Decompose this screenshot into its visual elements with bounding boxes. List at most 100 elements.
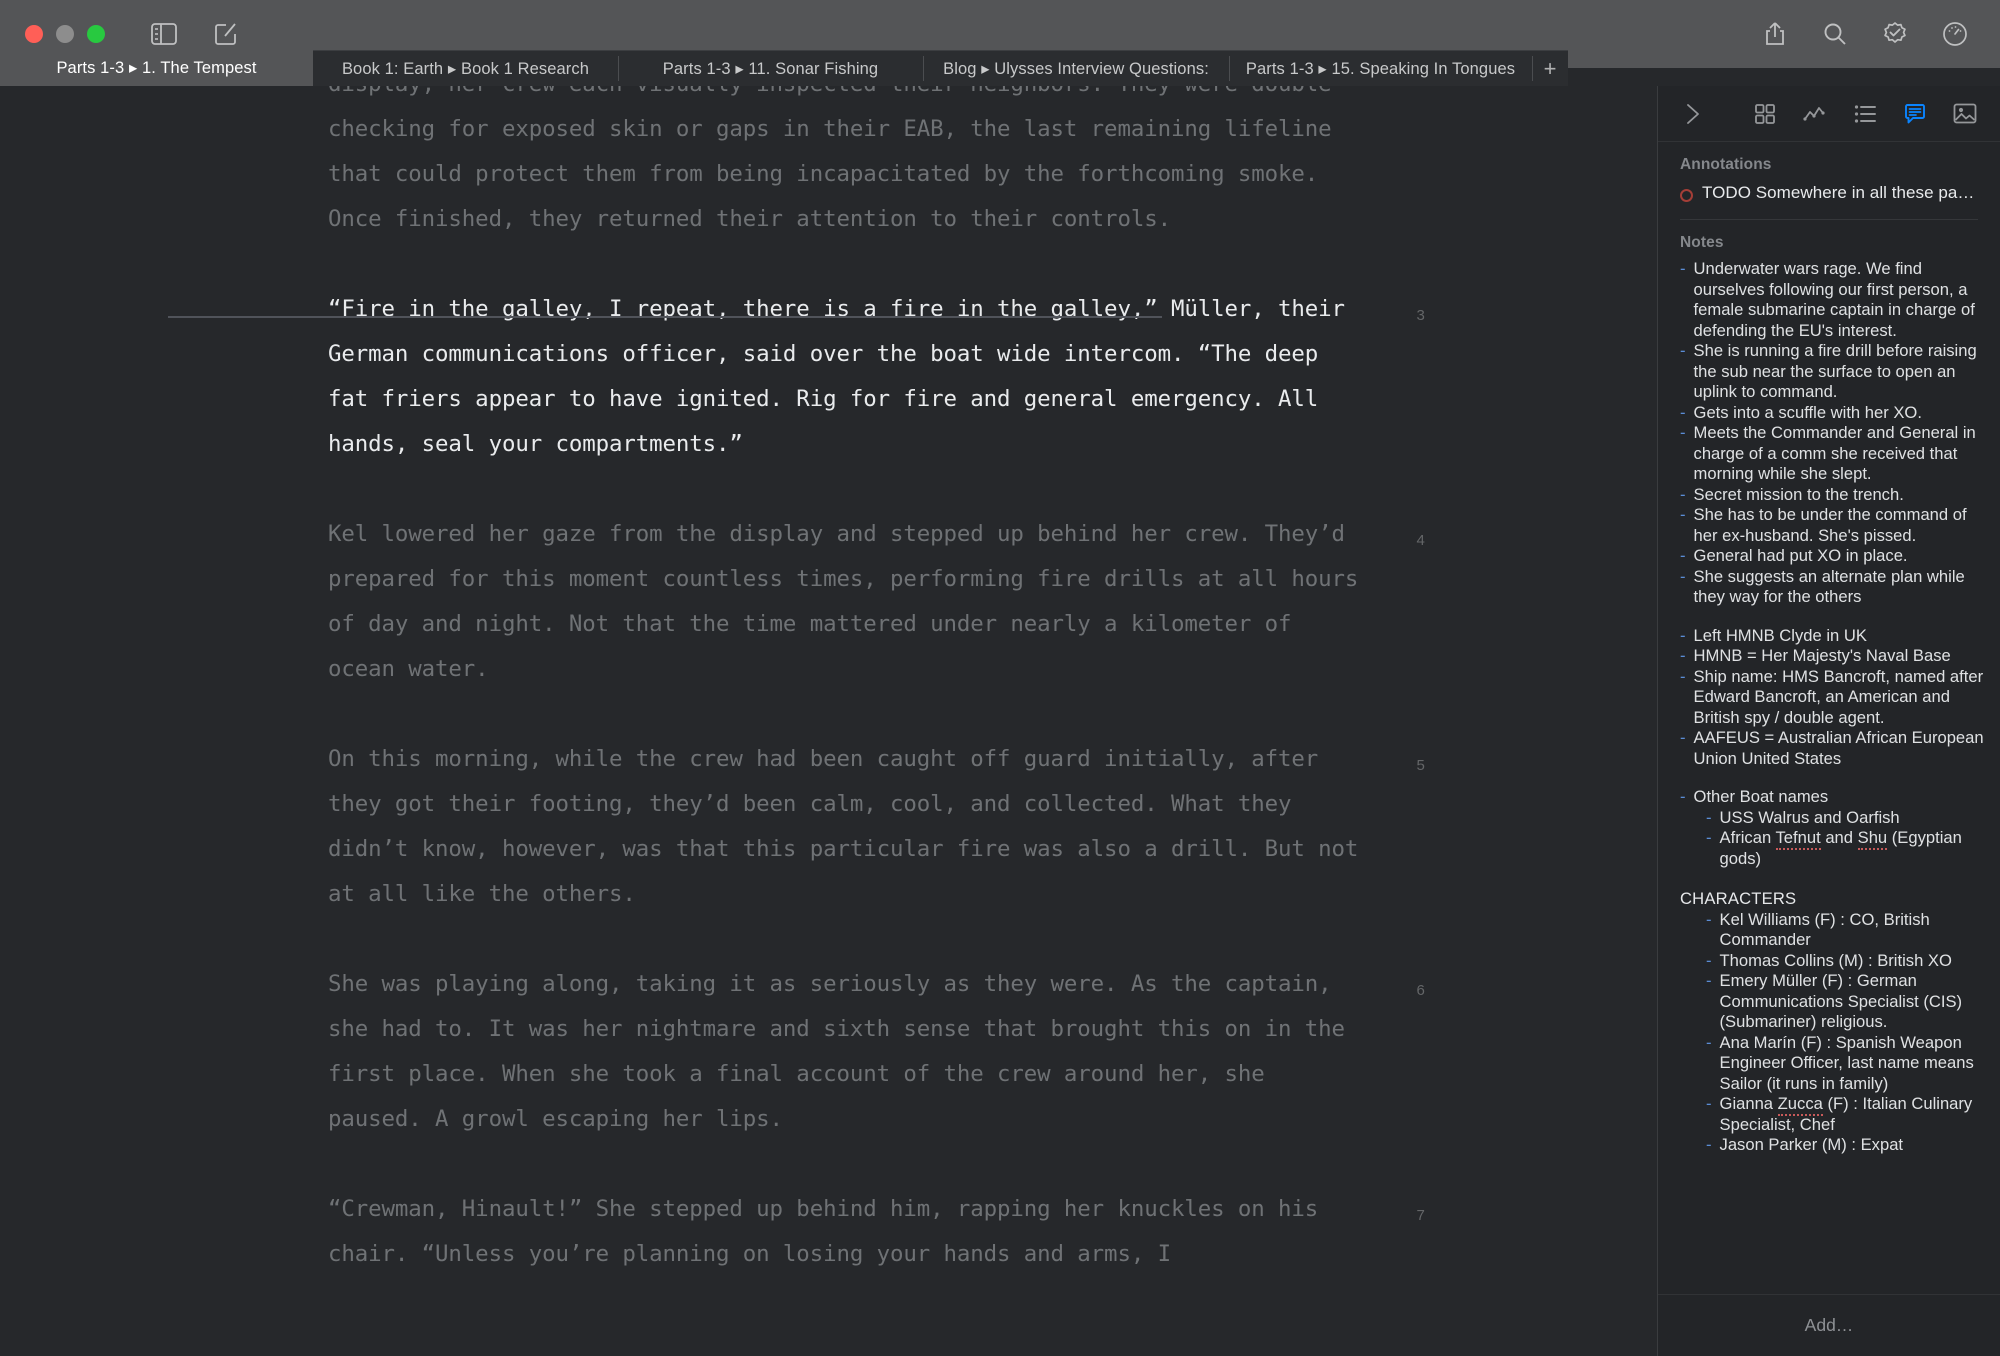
paragraph[interactable]: “Fire in the galley, I repeat, there is … [0,287,1657,467]
note-line[interactable]: - Ship name: HMS Bancroft, named after Ed… [1680,667,1986,729]
note-text: Other Boat names [1693,787,1829,806]
document-body[interactable]: display, her crew each visually inspecte… [0,86,1657,1322]
note-line[interactable]: - Emery Müller (F) : German Communication… [1680,971,1986,1033]
paragraph[interactable]: “Crewman, Hinault!” She stepped up behin… [0,1187,1657,1277]
note-line[interactable]: - Secret mission to the trench. [1680,485,1986,506]
notes-comment-icon[interactable] [1898,97,1932,131]
note-text: General had put XO in place. [1693,546,1908,565]
note-group-spacer [1680,869,1986,887]
note-text: She has to be under the command of her e… [1693,505,1967,545]
note-text: Gianna Zucca (F) : Italian Culinary Spec… [1719,1094,1973,1134]
dashboard-icon[interactable] [1938,17,1972,51]
editor-pane[interactable]: display, her crew each visually inspecte… [0,86,1657,1356]
paragraph-text: Kel lowered her gaze from the display an… [328,521,1372,682]
goal-chart-icon[interactable] [1798,97,1832,131]
note-group: - Underwater wars rage. We find ourselves… [1680,259,1986,608]
annotation-item[interactable]: TODO Somewhere in all these pa… [1658,181,2000,203]
bullet-dash-icon: - [1706,971,1712,990]
tab-0[interactable]: Parts 1-3 ▸ 1. The Tempest [0,50,313,86]
note-line[interactable]: - Jason Parker (M) : Expat [1680,1135,1986,1156]
proofread-icon[interactable] [1878,17,1912,51]
note-line[interactable]: - Gets into a scuffle with her XO. [1680,403,1986,424]
bullet-dash-icon: - [1706,1094,1712,1113]
bullet-dash-icon: - [1706,909,1712,929]
bullet-dash-icon: - [1680,728,1686,747]
sidebar-toggle-icon[interactable] [147,17,181,51]
notes-list[interactable]: - Underwater wars rage. We find ourselves… [1658,259,2000,1156]
bullet-dash-icon: - [1680,402,1686,422]
bullet-dash-icon: - [1680,666,1686,686]
paragraph-number: 5 [1416,757,1425,774]
note-group: - Other Boat names - USS Walrus and Oarfish… [1680,787,1986,869]
note-line[interactable]: - AAFEUS = Australian African European Un… [1680,728,1986,769]
note-text: Secret mission to the trench. [1693,484,1904,504]
image-icon[interactable] [1948,97,1982,131]
bullet-dash-icon: - [1706,807,1712,827]
paragraph-number: 6 [1416,982,1425,999]
note-line[interactable]: - Gianna Zucca (F) : Italian Culinary Spe… [1680,1094,1986,1135]
paragraph[interactable]: Kel lowered her gaze from the display an… [0,512,1657,692]
bullet-dash-icon: - [1706,1032,1712,1052]
misspelled-word: Zucca [1777,1094,1823,1116]
note-line[interactable]: - She has to be under the command of her … [1680,505,1986,546]
note-line[interactable]: - Kel Williams (F) : CO, British Commande… [1680,910,1986,951]
misspelled-word: Shu [1857,828,1888,850]
paragraph-text: display, her crew each visually inspecte… [328,86,1345,232]
tab-2[interactable]: Parts 1-3 ▸ 11. Sonar Fishing [618,50,923,86]
note-line[interactable]: - HMNB = Her Majesty's Naval Base [1680,646,1986,667]
note-line[interactable]: - USS Walrus and Oarfish [1680,808,1986,829]
note-text: Meets the Commander and General in charg… [1693,423,1976,483]
paragraph[interactable]: She was playing along, taking it as seri… [0,962,1657,1142]
note-text: Kel Williams (F) : CO, British Commander [1719,909,1930,950]
note-line[interactable]: - She is running a fire drill before rais… [1680,341,1986,403]
search-icon[interactable] [1818,17,1852,51]
zoom-window-button[interactable] [87,25,105,43]
bullet-dash-icon: - [1680,423,1686,442]
note-text: AAFEUS = Australian African European Uni… [1693,728,1984,768]
tab-3[interactable]: Blog ▸ Ulysses Interview Questions: [923,50,1229,86]
annotation-dot-icon [1680,189,1693,202]
note-text: She is running a fire drill before raisi… [1693,341,1977,401]
paragraph-text: “Crewman, Hinault!” She stepped up behin… [328,1196,1332,1267]
note-line[interactable]: - African Tefnut and Shu (Egyptian gods) [1680,828,1986,869]
note-line[interactable]: - She suggests an alternate plan while th… [1680,567,1986,608]
note-line[interactable]: - General had put XO in place. [1680,546,1986,567]
bullet-dash-icon: - [1680,646,1686,665]
note-line[interactable]: - Underwater wars rage. We find ourselves… [1680,259,1986,341]
collapse-chevron-icon[interactable] [1676,97,1710,131]
new-tab-button[interactable]: + [1532,50,1568,86]
bullet-dash-icon: - [1680,546,1686,565]
paragraph[interactable]: display, her crew each visually inspecte… [0,86,1657,242]
note-text: Ship name: HMS Bancroft, named after Edw… [1693,666,1984,727]
grid-icon[interactable] [1748,97,1782,131]
note-group-spacer [1680,769,1986,787]
tab-1[interactable]: Book 1: Earth ▸ Book 1 Research [313,50,618,86]
note-line[interactable]: - Ana Marín (F) : Spanish Weapon Engineer… [1680,1033,1986,1095]
bullet-dash-icon: - [1706,1135,1712,1154]
list-icon[interactable] [1848,97,1882,131]
note-text: HMNB = Her Majesty's Naval Base [1693,646,1951,665]
tab-4[interactable]: Parts 1-3 ▸ 15. Speaking In Tongues [1229,50,1532,86]
minimize-window-button[interactable] [56,25,74,43]
share-icon[interactable] [1758,17,1792,51]
paragraph-number: 7 [1416,1207,1425,1224]
bullet-dash-icon: - [1706,950,1712,970]
paragraph-number: 3 [1416,307,1425,324]
focus-mode-rule [168,316,1162,318]
note-line[interactable]: - Meets the Commander and General in char… [1680,423,1986,485]
annotations-heading: Annotations [1680,156,1772,173]
add-attachment-button[interactable]: Add… [1658,1294,2000,1356]
sidebar-content[interactable]: Annotations TODO Somewhere in all these … [1658,142,2000,1294]
note-text: Emery Müller (F) : German Communications… [1719,971,1963,1031]
note-line[interactable]: - Other Boat names [1680,787,1986,808]
note-line[interactable]: - Left HMNB Clyde in UK [1680,626,1986,647]
note-text: Underwater wars rage. We find ourselves … [1693,259,1975,340]
sidebar-toolbar [1658,86,2000,142]
bullet-dash-icon: - [1680,259,1686,278]
new-sheet-icon[interactable] [209,17,243,51]
bullet-dash-icon: - [1680,566,1686,586]
note-line[interactable]: - Thomas Collins (M) : British XO [1680,951,1986,972]
close-window-button[interactable] [25,25,43,43]
paragraph[interactable]: On this morning, while the crew had been… [0,737,1657,917]
bullet-dash-icon: - [1706,828,1712,847]
